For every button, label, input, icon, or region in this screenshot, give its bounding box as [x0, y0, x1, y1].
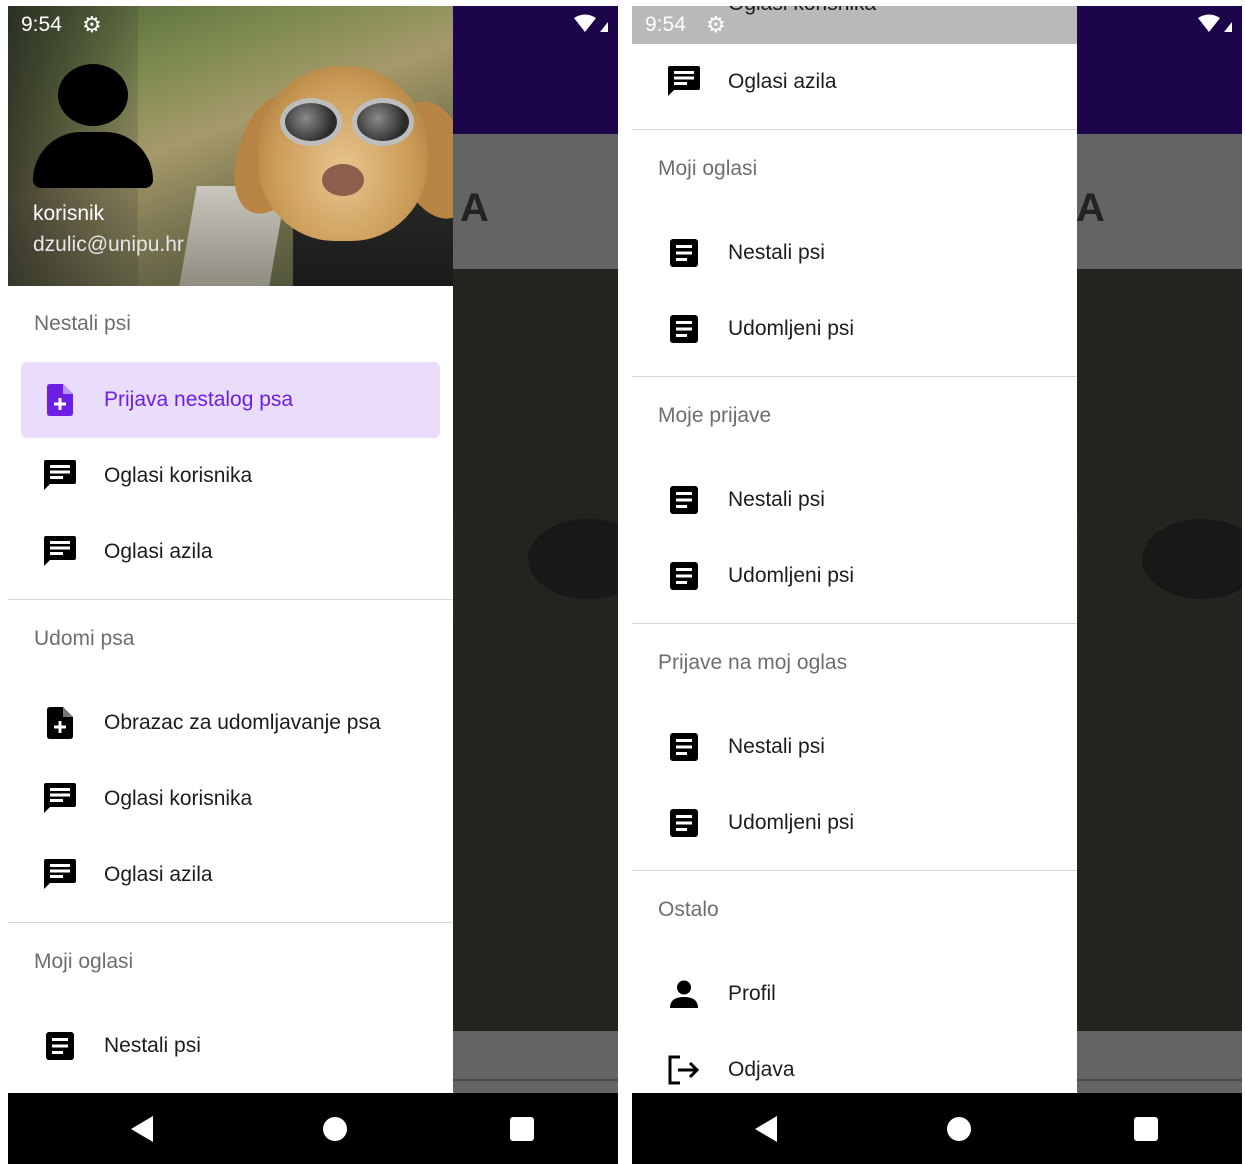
menu-item-oglasi-korisnika[interactable]: Oglasi korisnika: [8, 761, 453, 837]
menu-item-label: Odjava: [728, 1058, 795, 1081]
menu-item-prijava-nestalog-psa[interactable]: Prijava nestalog psa: [21, 362, 440, 438]
status-bar: 9:54 ⚙: [8, 6, 618, 44]
menu-item-label: Oglasi azila: [104, 540, 213, 563]
status-bar: 9:54 ⚙: [632, 6, 1242, 44]
menu-item-udomljeni-psi[interactable]: Udomljeni psi: [632, 538, 1077, 614]
menu-item-label: Nestali psi: [728, 735, 825, 758]
chat-message-icon: [44, 536, 76, 568]
add-document-icon: [44, 707, 76, 739]
drawer-header: korisnik dzulic@unipu.hr: [8, 6, 453, 286]
user-email: dzulic@unipu.hr: [33, 233, 184, 256]
navigation-drawer: korisnik dzulic@unipu.hr Nestali psi Pri…: [8, 6, 453, 1093]
avatar-body: [33, 132, 153, 188]
dog-goggle: [280, 98, 342, 146]
section-divider: [8, 922, 453, 923]
menu-item-oglasi-azila[interactable]: Oglasi azila: [632, 44, 1077, 120]
avatar-head: [58, 64, 128, 126]
menu-item-label: Oglasi azila: [104, 863, 213, 886]
section-divider: [632, 623, 1077, 624]
menu-item-label: Prijava nestalog psa: [104, 388, 294, 411]
menu-item-label: Obrazac za udomljavanje psa: [104, 711, 381, 734]
menu-item-nestali-psi[interactable]: Nestali psi: [8, 1008, 453, 1084]
menu-item-nestali-psi[interactable]: Nestali psi: [632, 462, 1077, 538]
article-icon: [668, 313, 700, 345]
recents-button[interactable]: [1134, 1117, 1158, 1141]
menu-item-label: Nestali psi: [728, 488, 825, 511]
menu-item-label: Oglasi azila: [728, 70, 837, 93]
add-document-icon: [44, 384, 76, 416]
chat-message-icon: [44, 460, 76, 492]
menu-item-profil[interactable]: Profil: [632, 956, 1077, 1032]
back-button[interactable]: [131, 1116, 153, 1142]
article-icon: [668, 237, 700, 269]
status-time: 9:54: [21, 13, 62, 36]
back-button[interactable]: [755, 1116, 777, 1142]
section-title-ostalo: Ostalo: [658, 898, 719, 921]
section-divider: [632, 129, 1077, 130]
home-button[interactable]: [947, 1117, 971, 1141]
system-navigation-bar: [632, 1093, 1242, 1164]
menu-item-nestali-psi[interactable]: Nestali psi: [632, 709, 1077, 785]
menu-item-label: Udomljeni psi: [728, 317, 855, 340]
section-title-udomi-psa: Udomi psa: [34, 627, 135, 650]
wifi-signal-icon: [574, 14, 608, 32]
article-icon: [668, 807, 700, 839]
wifi-signal-icon: [1198, 14, 1232, 32]
person-icon: [668, 978, 700, 1010]
article-icon: [668, 731, 700, 763]
avatar: [33, 64, 153, 189]
home-button[interactable]: [323, 1117, 347, 1141]
menu-item-udomljeni-psi[interactable]: Udomljeni psi: [632, 291, 1077, 367]
section-title-moji-oglasi: Moji oglasi: [34, 950, 134, 973]
menu-item-label: Profil: [728, 982, 776, 1005]
section-title-moji-oglasi: Moji oglasi: [658, 157, 758, 180]
phone-screen-right: A 9:54 ⚙ Oglasi korisnika Oglasi azila M…: [632, 6, 1242, 1164]
menu-item-oglasi-korisnika[interactable]: Oglasi korisnika: [8, 438, 453, 514]
recents-button[interactable]: [510, 1117, 534, 1141]
article-icon: [668, 484, 700, 516]
menu-item-label: Udomljeni psi: [728, 564, 855, 587]
section-divider: [632, 870, 1077, 871]
chat-message-icon: [44, 859, 76, 891]
menu-item-label: Nestali psi: [728, 241, 825, 264]
menu-item-label: Udomljeni psi: [728, 811, 855, 834]
section-divider: [8, 599, 453, 600]
section-title-nestali-psi: Nestali psi: [34, 312, 131, 335]
menu-item-label: Nestali psi: [104, 1034, 201, 1057]
section-divider: [632, 376, 1077, 377]
system-navigation-bar: [8, 1093, 618, 1164]
menu-item-oglasi-azila[interactable]: Oglasi azila: [8, 837, 453, 913]
settings-gear-icon: ⚙: [706, 12, 726, 37]
article-icon: [44, 1030, 76, 1062]
settings-gear-icon: ⚙: [82, 12, 102, 37]
menu-item-label: Oglasi korisnika: [104, 464, 253, 487]
logout-icon: [668, 1054, 700, 1086]
menu-item-nestali-psi[interactable]: Nestali psi: [632, 215, 1077, 291]
article-icon: [668, 560, 700, 592]
chat-message-icon: [668, 66, 700, 98]
status-time: 9:54: [645, 13, 686, 36]
dog-goggle: [352, 98, 414, 146]
menu-item-obrazac-za-udomljavanje[interactable]: Obrazac za udomljavanje psa: [8, 685, 453, 761]
dog-nose: [322, 164, 364, 196]
menu-item-odjava[interactable]: Odjava: [632, 1032, 1077, 1093]
phone-screen-left: A 9:54 ⚙ korisnik dzulic@unipu.hr Nestal…: [8, 6, 618, 1164]
menu-item-oglasi-azila[interactable]: Oglasi azila: [8, 514, 453, 590]
header-dog-head: [258, 66, 428, 241]
user-name: korisnik: [33, 202, 105, 225]
section-title-moje-prijave: Moje prijave: [658, 404, 772, 427]
navigation-drawer: Oglasi korisnika Oglasi azila Moji oglas…: [632, 6, 1077, 1093]
menu-item-label: Oglasi korisnika: [104, 787, 253, 810]
chat-message-icon: [44, 783, 76, 815]
menu-item-udomljeni-psi[interactable]: Udomljeni psi: [632, 785, 1077, 861]
section-title-prijave-na-moj-oglas: Prijave na moj oglas: [658, 651, 848, 674]
